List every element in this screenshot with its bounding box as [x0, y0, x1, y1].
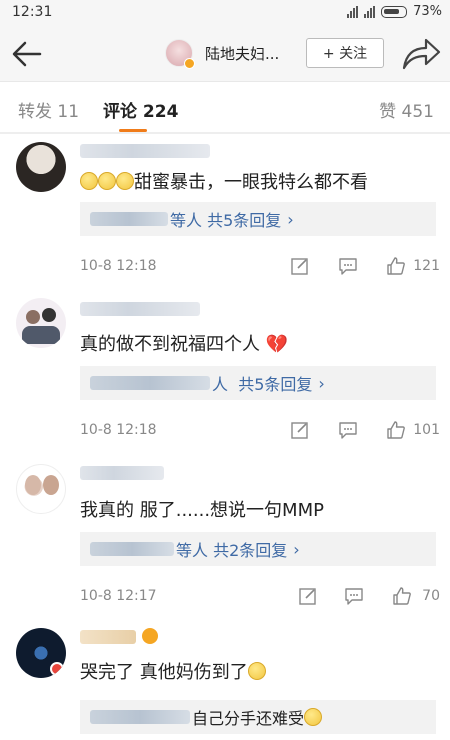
- reply-count: 共5条回复: [207, 211, 282, 230]
- comment-text: 甜蜜暴击，一眼我特么都不看: [80, 168, 368, 194]
- back-arrow-icon[interactable]: [10, 38, 44, 70]
- comment-item: 哭完了 真他妈伤到了 自己分手还难受: [0, 620, 450, 740]
- battery-icon: [381, 5, 408, 18]
- chevron-right-icon: ›: [293, 539, 300, 559]
- reply-preview: 自己分手还难受: [192, 709, 305, 728]
- username-blurred[interactable]: [80, 144, 210, 158]
- account-avatar[interactable]: [165, 39, 195, 69]
- username-blurred[interactable]: [80, 630, 136, 644]
- comment-meta: 10-8 12:17 70: [80, 586, 440, 608]
- thumbs-up-icon[interactable]: [392, 586, 412, 606]
- reply-users-blurred: [90, 542, 174, 556]
- reply-users-blurred: [90, 710, 190, 724]
- signal-icon: [347, 5, 359, 18]
- reply-summary[interactable]: 自己分手还难受: [80, 700, 436, 734]
- like-count: 70: [422, 588, 440, 604]
- comment-item: 甜蜜暴击，一眼我特么都不看 等人 共5条回复 › 10-8 12:18 121: [0, 134, 450, 294]
- like-count: 121: [413, 258, 440, 274]
- divider: [0, 133, 450, 134]
- top-bar: 陆地夫妇... + 关注: [0, 26, 450, 82]
- comment-time: 10-8 12:18: [80, 258, 157, 274]
- active-tab-indicator: [119, 129, 147, 132]
- vip-badge-icon: [142, 628, 158, 644]
- tab-comments[interactable]: 评论 224: [103, 97, 178, 122]
- reply-summary[interactable]: 等人 共5条回复 ›: [80, 202, 436, 236]
- status-bar: 12:31 73%: [0, 0, 450, 26]
- chevron-right-icon: ›: [287, 209, 294, 229]
- user-avatar[interactable]: [16, 298, 66, 348]
- user-avatar[interactable]: [16, 628, 66, 678]
- comment-tabs: 转发 11 评论 224 赞 451: [0, 83, 450, 133]
- comment-meta: 10-8 12:18 121: [80, 256, 440, 278]
- thumbs-up-icon[interactable]: [386, 420, 406, 440]
- status-time: 12:31: [12, 4, 53, 20]
- comment-item: 我真的 服了......想说一句MMP 等人 共2条回复 › 10-8 12:17…: [0, 460, 450, 620]
- account-name[interactable]: 陆地夫妇...: [205, 43, 279, 64]
- signal-icon-2: [364, 5, 376, 18]
- comment-text: 哭完了 真他妈伤到了: [80, 658, 266, 684]
- username-blurred[interactable]: [80, 302, 200, 316]
- verified-badge-icon: [184, 58, 195, 69]
- user-avatar[interactable]: [16, 142, 66, 192]
- comment-text: 真的做不到祝福四个人 💔: [80, 334, 289, 355]
- comment-time: 10-8 12:17: [80, 588, 157, 604]
- username-blurred[interactable]: [80, 466, 164, 480]
- edit-icon[interactable]: [290, 256, 310, 276]
- smile-emoji-icon: [304, 708, 323, 726]
- broken-heart-icon: 💔: [265, 334, 289, 355]
- chevron-right-icon: ›: [318, 373, 325, 393]
- reply-count: 共5条回复: [238, 375, 313, 394]
- edit-icon[interactable]: [298, 586, 318, 606]
- comment-time: 10-8 12:18: [80, 422, 157, 438]
- comment-icon[interactable]: [338, 420, 358, 440]
- share-icon[interactable]: [400, 36, 442, 72]
- comment-meta: 10-8 12:18 101: [80, 420, 440, 442]
- grin-emoji-icon: [98, 172, 116, 190]
- follow-button[interactable]: + 关注: [306, 38, 384, 68]
- comment-text: 我真的 服了......想说一句MMP: [80, 500, 324, 521]
- smile-emoji-icon: [247, 662, 266, 680]
- status-icons: 73%: [347, 4, 442, 19]
- reply-summary[interactable]: 人 共5条回复 ›: [80, 366, 436, 400]
- battery-percent: 73%: [413, 4, 442, 19]
- like-count: 101: [413, 422, 440, 438]
- comment-icon[interactable]: [338, 256, 358, 276]
- smile-emoji-icon: [116, 172, 134, 190]
- reply-summary[interactable]: 等人 共2条回复 ›: [80, 532, 436, 566]
- user-avatar[interactable]: [16, 464, 66, 514]
- tab-likes[interactable]: 赞 451: [379, 97, 434, 122]
- thumbs-up-icon[interactable]: [386, 256, 406, 276]
- reply-users-blurred: [90, 212, 168, 226]
- comment-item: 真的做不到祝福四个人 💔 人 共5条回复 › 10-8 12:18 101: [0, 294, 450, 460]
- reply-count: 共2条回复: [213, 541, 288, 560]
- reply-users-blurred: [90, 376, 210, 390]
- tab-reposts[interactable]: 转发 11: [18, 97, 79, 122]
- comment-icon[interactable]: [344, 586, 364, 606]
- edit-icon[interactable]: [290, 420, 310, 440]
- grin-emoji-icon: [80, 172, 98, 190]
